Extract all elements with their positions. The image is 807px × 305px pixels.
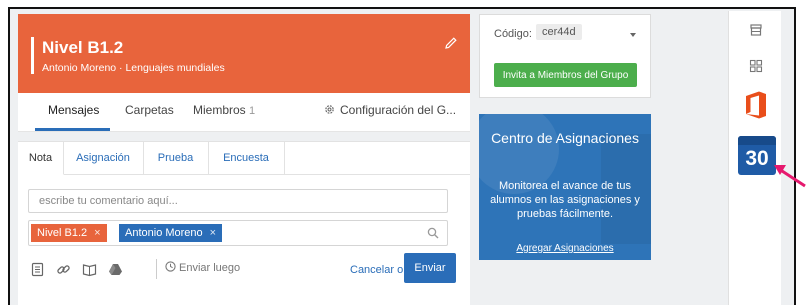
group-subtitle: Antonio Moreno · Lenguajes mundiales: [42, 62, 225, 74]
recipient-chip-label: Antonio Moreno: [125, 227, 203, 239]
group-code: cer44d: [536, 24, 582, 40]
app-frame: Nivel B1.2 Antonio Moreno · Lenguajes mu…: [8, 7, 796, 305]
invite-members-button[interactable]: Invita a Miembros del Grupo: [494, 63, 637, 87]
promo-body: Monitorea el avance de tus alumnos en la…: [490, 180, 640, 220]
group-header: Nivel B1.2 Antonio Moreno · Lenguajes mu…: [18, 14, 470, 93]
recipient-chip-label: Nivel B1.2: [37, 227, 88, 239]
composer-tabs: Nota Asignación Prueba Encuesta: [18, 142, 285, 175]
search-icon: [427, 227, 439, 239]
caret-down-icon[interactable]: [630, 33, 636, 37]
recipient-chip-user: Antonio Moreno ×: [119, 224, 223, 242]
active-tab-indicator: [35, 128, 110, 131]
code-label: Código:: [494, 28, 532, 40]
group-title: Nivel B1.2: [42, 38, 124, 57]
send-later-label: Enviar luego: [179, 262, 241, 274]
group-code-card: Código: cer44d Invita a Miembros del Gru…: [479, 14, 651, 98]
tab-settings[interactable]: Configuración del G...: [324, 103, 456, 117]
remove-recipient-icon[interactable]: ×: [210, 227, 216, 239]
google-drive-icon[interactable]: [108, 262, 123, 277]
apps-sidebar: 30: [728, 11, 781, 305]
calendar-binding: [738, 136, 776, 145]
pencil-icon[interactable]: [444, 36, 458, 50]
remove-recipient-icon[interactable]: ×: [94, 227, 100, 239]
recipient-chip-group: Nivel B1.2 ×: [31, 224, 107, 242]
library-book-icon[interactable]: [82, 262, 97, 277]
composer-tab-quiz[interactable]: Prueba: [143, 142, 209, 174]
clock-icon: [165, 261, 176, 272]
file-icon[interactable]: [30, 262, 45, 277]
promo-title: Centro de Asignaciones: [491, 130, 639, 146]
title-accent-bar: [31, 37, 34, 74]
send-button[interactable]: Enviar: [404, 253, 456, 283]
add-assignments-link[interactable]: Agregar Asignaciones: [479, 243, 651, 254]
toolbar-divider: [156, 259, 157, 279]
composer-tabs-filler: [284, 142, 470, 175]
tab-folders[interactable]: Carpetas: [125, 103, 174, 117]
post-composer: Nota Asignación Prueba Encuesta Nivel B1…: [18, 141, 470, 305]
annotation-arrow-icon: [774, 165, 806, 188]
cancel-link[interactable]: Cancelar o: [350, 264, 403, 276]
composer-tab-note[interactable]: Nota: [18, 142, 64, 175]
tab-members[interactable]: Miembros 1: [193, 103, 255, 117]
link-icon[interactable]: [56, 262, 71, 277]
group-tabs: Mensajes Carpetas Miembros 1 Configuraci…: [18, 93, 470, 132]
send-later-button[interactable]: Enviar luego: [165, 261, 240, 274]
tab-members-label: Miembros: [193, 103, 246, 117]
assignments-center-promo: Centro de Asignaciones Monitorea el avan…: [479, 114, 651, 260]
calendar-icon[interactable]: 30: [738, 136, 776, 175]
office-icon[interactable]: [745, 91, 767, 119]
composer-tab-assignment[interactable]: Asignación: [63, 142, 144, 174]
gear-icon: [325, 105, 334, 114]
recipients-field[interactable]: Nivel B1.2 × Antonio Moreno ×: [28, 220, 448, 246]
apps-grid-icon[interactable]: [749, 59, 763, 73]
composer-tab-poll[interactable]: Encuesta: [208, 142, 285, 174]
tab-settings-label: Configuración del G...: [340, 103, 457, 117]
members-count: 1: [249, 105, 256, 117]
calendar-day: 30: [745, 147, 769, 170]
tab-messages[interactable]: Mensajes: [48, 103, 99, 117]
comment-input[interactable]: [28, 189, 448, 213]
store-icon[interactable]: [749, 23, 763, 37]
